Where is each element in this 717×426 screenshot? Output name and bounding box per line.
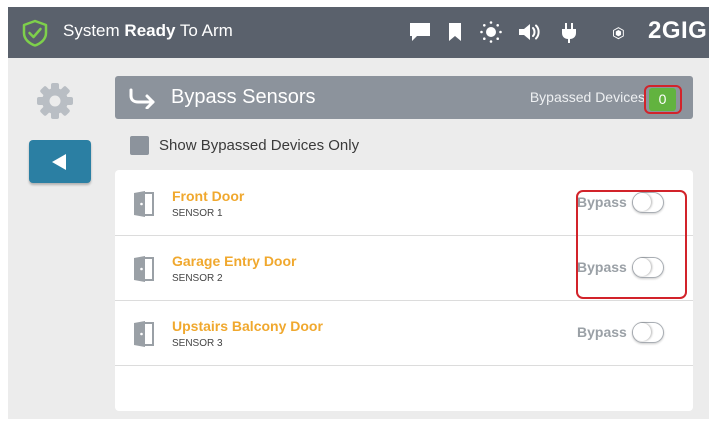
sensor-name: Garage Entry Door bbox=[172, 253, 297, 269]
door-icon bbox=[134, 321, 154, 347]
status-suffix: To Arm bbox=[179, 21, 233, 40]
toggle-knob bbox=[633, 323, 651, 341]
sensor-name: Front Door bbox=[172, 188, 245, 204]
system-status: System Ready To Arm bbox=[63, 21, 233, 41]
bypass-label: Bypass bbox=[577, 324, 627, 340]
back-arrow-icon bbox=[52, 154, 66, 170]
back-button[interactable] bbox=[29, 140, 91, 183]
sensor-list: Front Door SENSOR 1 Bypass Garage Entry … bbox=[115, 170, 693, 411]
bypass-label: Bypass bbox=[577, 194, 627, 210]
sensor-number: SENSOR 1 bbox=[172, 208, 223, 219]
volume-icon[interactable] bbox=[518, 22, 542, 42]
chat-icon[interactable] bbox=[409, 22, 431, 42]
top-bar: System Ready To Arm 2GIG bbox=[8, 7, 709, 58]
bypass-label: Bypass bbox=[577, 259, 627, 275]
status-bold: Ready bbox=[124, 21, 176, 40]
status-prefix: System bbox=[63, 21, 120, 40]
shield-check-icon bbox=[22, 19, 48, 47]
sensor-row-front-door: Front Door SENSOR 1 Bypass bbox=[115, 170, 693, 236]
bypass-arrow-icon bbox=[129, 88, 155, 109]
checkbox-box[interactable] bbox=[130, 136, 149, 155]
sensor-number: SENSOR 2 bbox=[172, 273, 223, 284]
sensor-name: Upstairs Balcony Door bbox=[172, 318, 323, 334]
page-title: Bypass Sensors bbox=[171, 86, 316, 108]
app-frame: System Ready To Arm 2GIG Bypass Sensors … bbox=[8, 7, 709, 419]
brightness-icon[interactable] bbox=[479, 20, 503, 44]
bypassed-devices-label: Bypassed Devices bbox=[529, 89, 645, 105]
bypass-toggle-garage-entry-door[interactable] bbox=[632, 257, 664, 278]
brand-name: 2GIG bbox=[648, 17, 708, 44]
2gig-logo bbox=[613, 27, 624, 40]
show-bypassed-only-label: Show Bypassed Devices Only bbox=[159, 137, 360, 154]
sensor-row-garage-entry-door: Garage Entry Door SENSOR 2 Bypass bbox=[115, 235, 693, 301]
bypass-toggle-upstairs-balcony-door[interactable] bbox=[632, 322, 664, 343]
gear-icon[interactable] bbox=[36, 82, 74, 120]
toggle-knob bbox=[633, 258, 651, 276]
toggle-knob bbox=[633, 193, 651, 211]
sensor-number: SENSOR 3 bbox=[172, 338, 223, 349]
door-icon bbox=[134, 256, 154, 282]
bypass-sensors-header: Bypass Sensors Bypassed Devices bbox=[115, 76, 693, 119]
sensor-row-upstairs-balcony-door: Upstairs Balcony Door SENSOR 3 Bypass bbox=[115, 300, 693, 366]
bypass-toggle-front-door[interactable] bbox=[632, 192, 664, 213]
door-icon bbox=[134, 191, 154, 217]
count-highlight-box bbox=[644, 85, 682, 114]
bookmark-icon[interactable] bbox=[448, 22, 462, 42]
power-plug-icon[interactable] bbox=[560, 22, 578, 44]
